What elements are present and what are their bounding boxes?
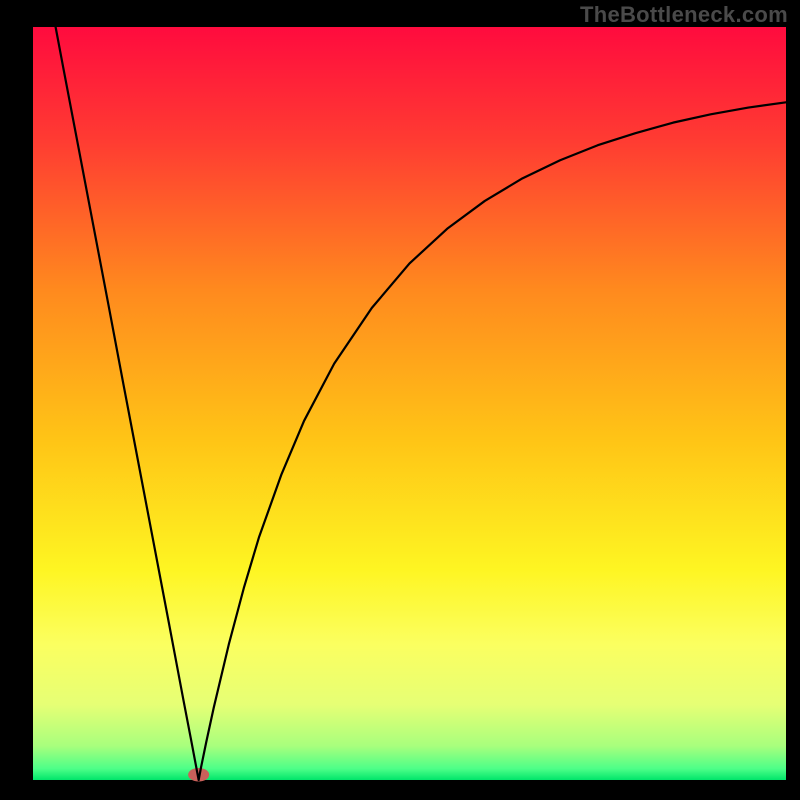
watermark-text: TheBottleneck.com (580, 2, 788, 28)
chart-frame: TheBottleneck.com (0, 0, 800, 800)
plot-background (33, 27, 786, 780)
bottleneck-chart (0, 0, 800, 800)
